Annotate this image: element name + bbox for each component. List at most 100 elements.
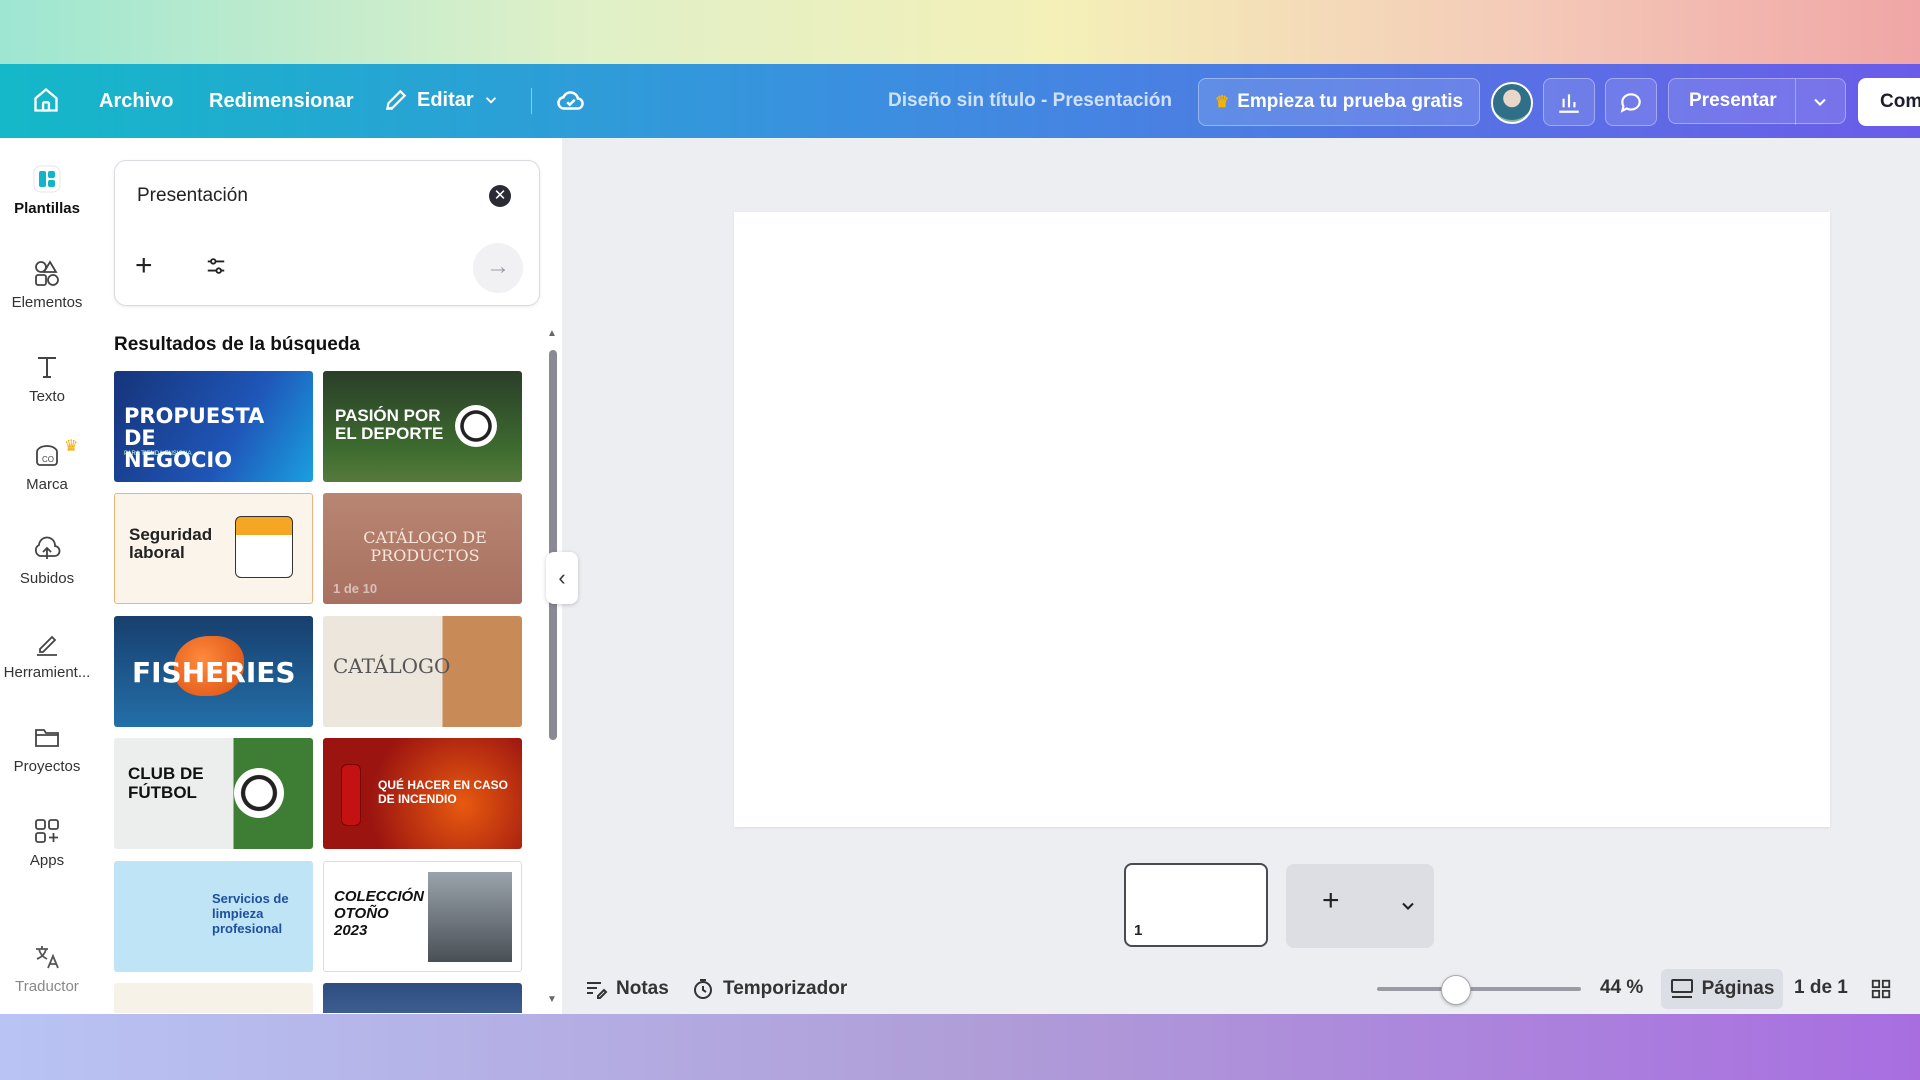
cloud-save-button[interactable]	[556, 86, 586, 116]
share-button[interactable]: Com	[1858, 78, 1920, 126]
template-card[interactable]: PROPUESTA DE NEGOCIO PARA TIENDA ENSIGNA	[114, 371, 313, 482]
template-card[interactable]	[323, 983, 522, 1013]
chevron-left-icon: ‹	[558, 565, 566, 590]
svg-text:CO: CO	[42, 455, 54, 464]
bar-chart-icon	[1559, 94, 1579, 113]
grid-view-button[interactable]	[1870, 978, 1892, 1000]
text-icon	[38, 357, 56, 378]
panel-scrollbar[interactable]: ▲ ▼	[547, 328, 559, 1008]
rail-item-texto[interactable]: Texto	[0, 352, 94, 405]
left-rail: Plantillas Elementos Texto ♛ CO Marca Su…	[0, 138, 94, 1050]
notes-button[interactable]: Notas	[584, 977, 669, 1001]
toolbar-divider	[531, 88, 532, 114]
present-button[interactable]: Presentar	[1689, 90, 1777, 112]
add-button[interactable]: +	[135, 251, 153, 281]
comment-icon	[1620, 93, 1641, 113]
crown-icon: ♛	[64, 438, 79, 455]
zoom-slider[interactable]	[1377, 987, 1581, 991]
search-submit-button[interactable]: →	[473, 243, 523, 293]
templates-icon	[33, 165, 61, 193]
page-counter[interactable]: 1 de 1	[1794, 977, 1848, 999]
template-grid: PROPUESTA DE NEGOCIO PARA TIENDA ENSIGNA…	[114, 371, 524, 1013]
rail-item-plantillas[interactable]: Plantillas	[0, 164, 94, 217]
arrow-right-icon: →	[486, 253, 510, 280]
zoom-slider-handle[interactable]	[1441, 975, 1471, 1005]
elements-icon	[35, 260, 59, 286]
rail-item-apps[interactable]: Apps	[0, 816, 94, 869]
add-page-button[interactable]: +	[1286, 864, 1434, 948]
template-card[interactable]: Servicios de limpieza profesional	[114, 861, 313, 972]
soccer-ball-icon	[455, 405, 497, 447]
upload-icon	[34, 536, 61, 559]
rail-label: Plantillas	[14, 200, 80, 217]
timer-icon	[694, 979, 712, 999]
rail-item-subidos[interactable]: Subidos	[0, 534, 94, 587]
rail-label: Elementos	[11, 294, 83, 311]
page-thumbnail[interactable]: 1	[1124, 863, 1268, 947]
template-card[interactable]: FISHERIES	[114, 616, 313, 727]
model-photo	[428, 872, 512, 962]
filter-button[interactable]	[205, 255, 227, 282]
rail-label: Traductor	[15, 978, 79, 995]
pages-button[interactable]: Páginas	[1661, 969, 1783, 1009]
tools-icon	[37, 635, 57, 656]
present-divider	[1795, 79, 1796, 125]
worker-illustration	[235, 516, 293, 578]
browser-gradient-top	[0, 0, 1920, 64]
close-icon: ✕	[493, 187, 507, 204]
chevron-down-icon[interactable]	[1810, 92, 1830, 112]
template-card[interactable]: COLECCIÓN OTOÑO 2023	[323, 861, 522, 972]
plus-icon: +	[135, 249, 153, 282]
free-trial-button[interactable]: ♛ Empieza tu prueba gratis	[1198, 78, 1480, 126]
timer-button[interactable]: Temporizador	[691, 977, 847, 1001]
rail-item-proyectos[interactable]: Proyectos	[0, 722, 94, 775]
menu-editar[interactable]: Editar	[383, 87, 500, 113]
rail-item-marca[interactable]: ♛ CO Marca	[0, 438, 94, 493]
rail-item-elementos[interactable]: Elementos	[0, 258, 94, 311]
chevron-down-icon[interactable]	[1398, 896, 1418, 916]
results-title: Resultados de la búsqueda	[114, 334, 360, 355]
insights-button[interactable]	[1543, 78, 1595, 126]
rail-item-herramientas[interactable]: Herramient...	[0, 628, 94, 681]
apps-icon	[35, 819, 59, 843]
template-card[interactable]: CATÁLOGO	[323, 616, 522, 727]
home-button[interactable]	[32, 86, 60, 114]
rail-label: Marca	[26, 476, 68, 493]
template-card[interactable]: PASIÓN POR EL DEPORTE	[323, 371, 522, 482]
zoom-value[interactable]: 44 %	[1600, 977, 1643, 999]
template-card[interactable]: CLUB DE FÚTBOL	[114, 738, 313, 849]
soccer-ball-icon	[234, 768, 284, 818]
template-card[interactable]: QUÉ HACER EN CASO DE INCENDIO	[323, 738, 522, 849]
collapse-panel-button[interactable]: ‹	[546, 552, 578, 604]
search-box: Presentación ✕ + →	[114, 160, 540, 306]
browser-gradient-bottom	[0, 1014, 1920, 1080]
cloud-check-icon	[557, 91, 584, 110]
brand-icon: CO	[36, 445, 58, 466]
crown-icon: ♛	[1214, 94, 1230, 111]
scroll-down-arrow[interactable]: ▼	[547, 994, 557, 1005]
menu-archivo[interactable]: Archivo	[99, 90, 173, 113]
clear-search-button[interactable]: ✕	[489, 185, 511, 207]
rail-label: Proyectos	[13, 758, 81, 775]
templates-panel: Presentación ✕ + → Resultados de la búsq…	[94, 138, 563, 1014]
folder-icon	[35, 729, 59, 747]
comments-button[interactable]	[1605, 78, 1657, 126]
pages-icon	[1670, 979, 1693, 998]
rail-label: Texto	[29, 388, 65, 405]
slide-canvas[interactable]	[734, 212, 1830, 827]
template-card[interactable]: Seguridad laboral	[114, 493, 313, 604]
notes-icon	[587, 982, 608, 999]
scroll-up-arrow[interactable]: ▲	[547, 328, 557, 339]
sliders-icon	[207, 258, 225, 274]
translate-icon	[36, 946, 59, 969]
plus-icon: +	[1322, 884, 1340, 917]
document-title[interactable]: Diseño sin título - Presentación	[888, 90, 1172, 112]
search-input[interactable]: Presentación	[137, 185, 248, 207]
home-icon	[34, 87, 58, 112]
rail-item-traductor[interactable]: Traductor	[0, 942, 94, 995]
scroll-thumb[interactable]	[549, 350, 557, 740]
template-card[interactable]: CATÁLOGO DE PRODUCTOS 1 de 10	[323, 493, 522, 604]
menu-redimensionar[interactable]: Redimensionar	[209, 90, 353, 113]
user-avatar[interactable]	[1491, 82, 1533, 124]
template-card[interactable]	[114, 983, 313, 1013]
